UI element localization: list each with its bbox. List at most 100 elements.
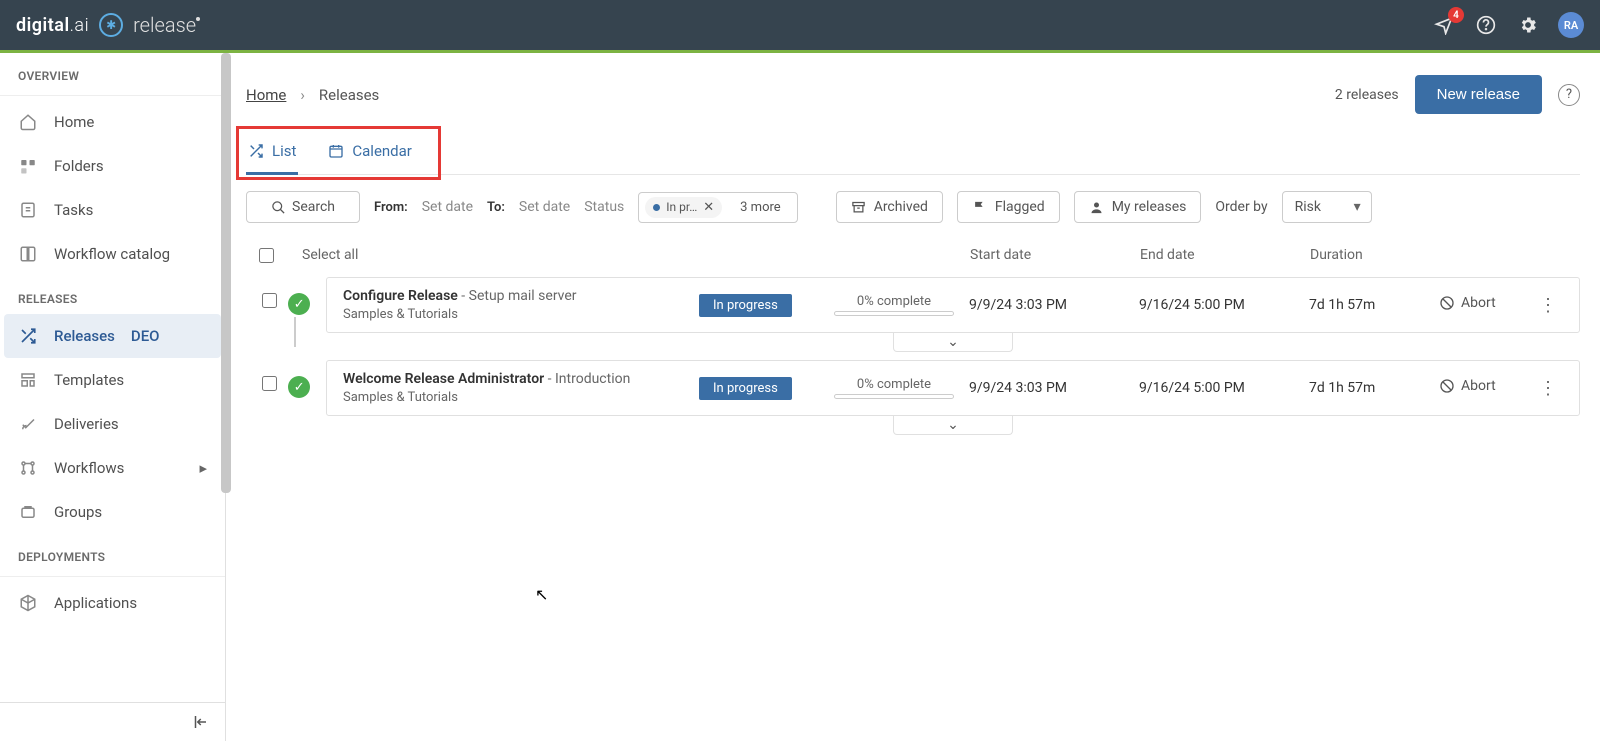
sidebar: OVERVIEW Home Folders Tasks Workflow cat… [0,53,226,741]
connector-line [294,317,296,347]
status-chip-text: In pr… [666,200,697,214]
archived-filter-button[interactable]: Archived [836,191,943,223]
sidebar-item-tasks[interactable]: Tasks [0,188,225,232]
search-icon [271,200,286,215]
sidebar-item-groups[interactable]: Groups [0,490,225,534]
tab-label: Calendar [352,142,412,160]
product-icon: ✱ [99,13,123,37]
from-date-picker[interactable]: Set date [422,199,473,215]
release-title[interactable]: Configure Release [343,288,458,304]
breadcrumb: Home › Releases [246,86,379,104]
settings-button[interactable] [1516,13,1540,37]
book-icon [18,245,38,263]
expand-row-button[interactable]: ⌄ [893,333,1013,352]
person-icon [1089,200,1104,215]
sidebar-item-releases[interactable]: Releases DEO [4,314,221,358]
page-help-button[interactable]: ? [1558,84,1580,106]
main-content: Home › Releases 2 releases New release ?… [226,53,1600,741]
release-folder[interactable]: Samples & Tutorials [343,390,699,405]
duration: 7d 1h 57m [1309,297,1439,313]
release-folder[interactable]: Samples & Tutorials [343,307,699,322]
help-button[interactable] [1474,13,1498,37]
user-avatar[interactable]: RA [1558,12,1584,38]
workflow-icon [18,459,38,477]
release-row: ✓ Configure Release - Setup mail server … [246,277,1580,352]
status-filter[interactable]: In pr… ✕ 3 more [638,192,797,223]
chevron-right-icon: ▸ [199,459,207,477]
abort-icon [1439,378,1455,394]
filter-bar: Search From: Set date To: Set date Statu… [246,175,1580,239]
status-label: Status [584,199,624,215]
view-tabs: List Calendar [246,132,1580,175]
release-title[interactable]: Welcome Release Administrator [343,371,544,387]
flagged-filter-button[interactable]: Flagged [957,191,1060,223]
progress-bar [834,394,954,399]
breadcrumb-home[interactable]: Home [246,86,286,104]
sidebar-item-label: Workflow catalog [54,245,170,263]
notifications-button[interactable]: 4 [1432,13,1456,37]
sidebar-section-releases: RELEASES [0,276,225,314]
sidebar-item-templates[interactable]: Templates [0,358,225,402]
sidebar-item-home[interactable]: Home [0,100,225,144]
state-badge: In progress [699,377,792,400]
sidebar-item-label: Folders [54,157,104,175]
abort-icon [1439,295,1455,311]
order-by-select[interactable]: Risk [1282,191,1372,223]
rocket-icon [18,415,38,433]
sidebar-item-label: Releases [54,327,115,345]
search-button[interactable]: Search [246,191,360,223]
select-all-checkbox[interactable] [259,248,274,263]
col-duration: Duration [1310,247,1440,263]
to-date-picker[interactable]: Set date [519,199,570,215]
status-chip: In pr… ✕ [645,197,722,218]
collapse-sidebar-button[interactable] [191,713,209,731]
tasks-icon [18,201,38,219]
sidebar-item-workflow-catalog[interactable]: Workflow catalog [0,232,225,276]
search-label: Search [292,199,335,215]
calendar-icon [328,143,344,159]
sidebar-item-label: Home [54,113,94,131]
my-releases-filter-button[interactable]: My releases [1074,191,1202,223]
col-start-date: Start date [970,247,1140,263]
sidebar-item-label: Deliveries [54,415,119,433]
row-menu-button[interactable]: ⋮ [1539,295,1557,316]
top-bar: digital.ai ✱ release 4 RA [0,0,1600,50]
sidebar-item-label: Groups [54,503,102,521]
sidebar-item-folders[interactable]: Folders [0,144,225,188]
abort-button[interactable]: Abort [1439,295,1496,311]
sidebar-item-applications[interactable]: Applications [0,581,225,625]
row-checkbox[interactable] [262,376,277,391]
cube-icon [18,594,38,612]
chevron-right-icon: › [300,86,305,104]
more-filters-label[interactable]: 3 more [730,200,791,215]
shuffle-icon [18,327,38,345]
sidebar-item-workflows[interactable]: Workflows ▸ [0,446,225,490]
breadcrumb-current: Releases [319,86,379,104]
row-checkbox[interactable] [262,293,277,308]
new-release-button[interactable]: New release [1415,75,1542,114]
sidebar-item-label: Tasks [54,201,93,219]
chevron-down-icon: ⌄ [947,417,959,433]
row-menu-button[interactable]: ⋮ [1539,378,1557,399]
sidebar-item-deliveries[interactable]: Deliveries [0,402,225,446]
select-all-label: Select all [302,247,358,263]
state-badge: In progress [699,294,792,317]
table-header: Select all Start date End date Duration [246,239,1580,277]
progress-bar [834,311,954,316]
archive-icon [851,200,866,215]
to-label: To: [487,200,505,215]
tab-list[interactable]: List [246,132,298,174]
remove-chip-button[interactable]: ✕ [703,200,714,215]
tab-calendar[interactable]: Calendar [326,132,414,174]
brand-logo: digital.ai [16,15,89,36]
expand-row-button[interactable]: ⌄ [893,416,1013,435]
notification-badge: 4 [1448,7,1464,23]
end-date: 9/16/24 5:00 PM [1139,380,1309,396]
release-subtitle: - Introduction [544,371,630,387]
sidebar-section-deployments: DEPLOYMENTS [0,534,225,572]
folders-icon [18,157,38,175]
abort-button[interactable]: Abort [1439,378,1496,394]
progress-label: 0% complete [819,294,969,309]
status-dot-icon [653,204,660,211]
chevron-down-icon: ⌄ [947,334,959,350]
